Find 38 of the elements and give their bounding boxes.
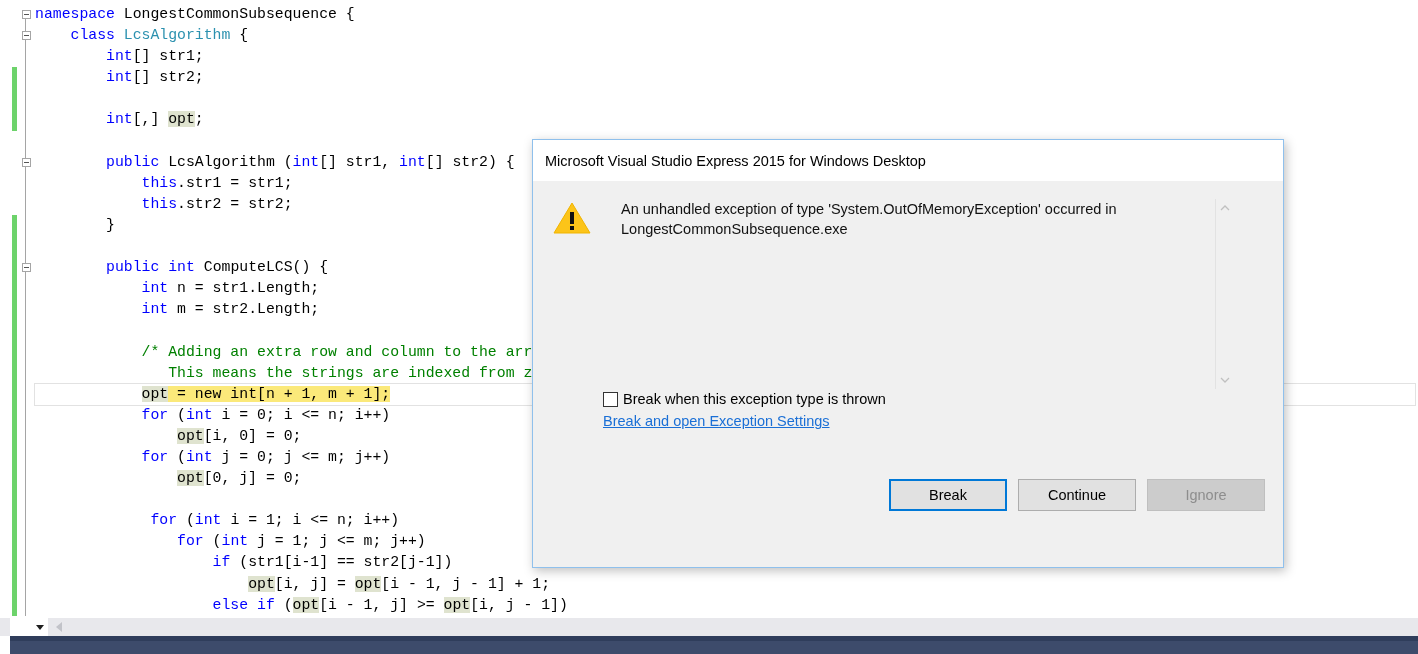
code-line: for (int j = 1; j <= m; j++) bbox=[176, 532, 426, 552]
warning-icon bbox=[553, 201, 591, 235]
code-line: opt[0, j] = 0; bbox=[176, 469, 302, 489]
code-line: for (int i = 1; i <= n; i++) bbox=[149, 511, 400, 531]
zoom-dropdown[interactable] bbox=[10, 617, 48, 637]
code-line: if (str1[i-1] == str2[j-1]) bbox=[211, 553, 453, 573]
checkbox-label[interactable]: Break when this exception type is thrown bbox=[623, 391, 886, 407]
code-line: else if (opt[i - 1, j] >= opt[i, j - 1]) bbox=[211, 595, 568, 615]
code-line: This means the strings are indexed from z bbox=[167, 363, 533, 383]
code-line: int n = str1.Length; bbox=[140, 279, 320, 299]
exception-settings-link[interactable]: Break and open Exception Settings bbox=[603, 413, 830, 429]
code-line: namespace LongestCommonSubsequence { bbox=[35, 5, 355, 24]
checkbox[interactable] bbox=[603, 391, 618, 407]
collapse-icon[interactable] bbox=[21, 31, 31, 41]
code-line: public LcsAlgorithm (int[] str1, int[] str2) { bbox=[105, 152, 515, 172]
code-line: /* Adding an extra row and column to the arr bbox=[140, 342, 533, 362]
dialog-title: Microsoft Visual Studio Express 2015 for Windows Desktop bbox=[533, 140, 1283, 181]
code-line: for (int i = 0; i <= n; i++) bbox=[140, 405, 391, 425]
dialog-button[interactable]: Break bbox=[889, 479, 1007, 511]
code-line: public int ComputeLCS() { bbox=[105, 258, 329, 278]
error-message: An unhandled exception of type 'System.OutOfMemoryException' occurred in LongestCommonSubsequence.exe bbox=[621, 200, 1118, 239]
dialog-button[interactable]: Continue bbox=[1018, 479, 1136, 511]
caret-icon bbox=[36, 624, 44, 630]
horizontal-scrollbar[interactable] bbox=[0, 618, 1418, 636]
code-line: this.str2 = str2; bbox=[140, 194, 293, 214]
code-line: int[,] opt; bbox=[105, 110, 204, 130]
collapse-icon[interactable] bbox=[21, 263, 31, 273]
collapse-icon[interactable] bbox=[21, 157, 31, 167]
code-line: for (int j = 0; j <= m; j++) bbox=[140, 447, 391, 467]
code-line: int[] str2; bbox=[105, 68, 204, 88]
code-line: opt[i, j] = opt[i - 1, j - 1] + 1; bbox=[247, 574, 551, 594]
code-line: opt[i, 0] = 0; bbox=[176, 426, 302, 446]
code-line: int m = str2.Length; bbox=[140, 300, 320, 320]
code-line: this.str1 = str1; bbox=[140, 173, 293, 193]
collapse-icon[interactable] bbox=[21, 10, 31, 20]
code-line: int[] str1; bbox=[105, 47, 204, 67]
code-line: } bbox=[105, 215, 115, 235]
code-line: class LcsAlgorithm { bbox=[69, 26, 249, 46]
